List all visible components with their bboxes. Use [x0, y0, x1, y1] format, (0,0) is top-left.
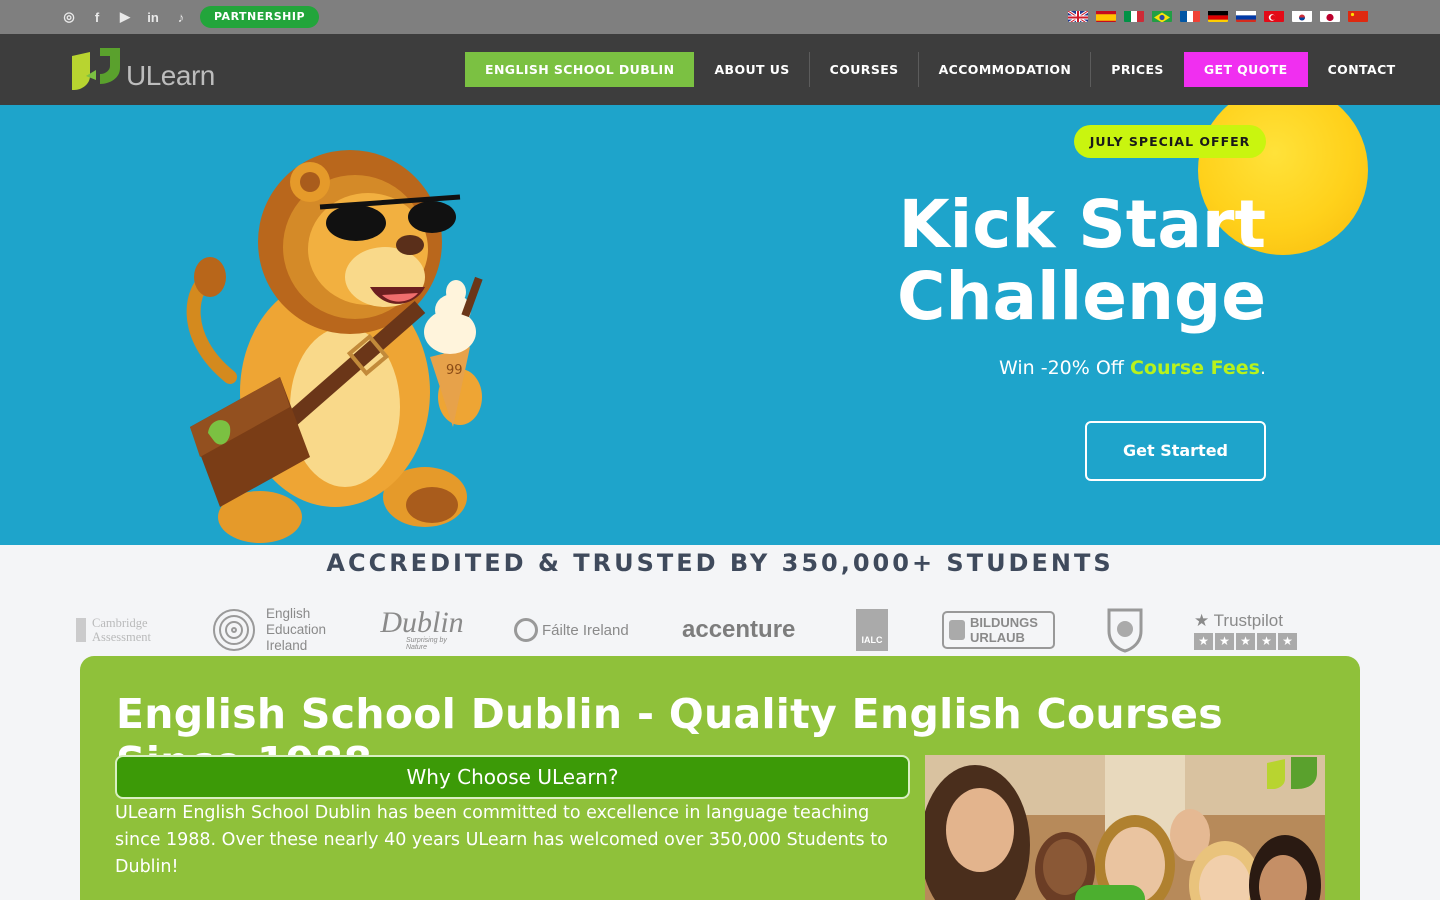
- ialc-text: IALC: [856, 609, 888, 651]
- cambridge-assessment-logo: Cambridge Assessment: [76, 603, 166, 657]
- dublin-wordmark: Dublin: [380, 606, 464, 639]
- trustpilot-star-icon: ★: [1194, 610, 1210, 630]
- photo-logo-left-icon: [1267, 759, 1285, 789]
- dublin-logo: Dublin Surprising by Nature: [376, 603, 468, 657]
- eei-line-3: Ireland: [266, 638, 308, 653]
- nav-courses[interactable]: COURSES: [810, 52, 919, 87]
- flag-turkey-icon[interactable]: [1264, 9, 1284, 22]
- flag-uk-icon[interactable]: [1068, 9, 1088, 22]
- flag-spain-icon[interactable]: [1096, 9, 1116, 22]
- accreditation-heading: ACCREDITED & TRUSTED BY 350,000+ STUDENT…: [326, 549, 1114, 577]
- cambridge-shield-icon: [76, 618, 86, 642]
- crest-shield-icon: [1107, 608, 1143, 653]
- nav-accommodation[interactable]: ACCOMMODATION: [919, 52, 1092, 87]
- hero-title: Kick Start Challenge: [897, 189, 1266, 333]
- logo-text: ULearn: [126, 60, 215, 91]
- lion-mascot-image: 99: [186, 150, 483, 543]
- about-body-text: ULearn English School Dublin has been co…: [115, 803, 888, 877]
- flag-italy-icon[interactable]: [1124, 9, 1144, 22]
- bildungsurlaub-icon: [949, 620, 965, 640]
- flag-korea-icon[interactable]: [1292, 9, 1312, 22]
- english-education-ireland-logo: English Education Ireland: [210, 603, 340, 657]
- tiktok-icon[interactable]: ♪: [172, 8, 190, 26]
- trustpilot-rating-stars: ★ ★ ★ ★ ★: [1194, 632, 1297, 650]
- accreditation-logos: Cambridge Assessment English Education I…: [76, 603, 1376, 657]
- hero-subtitle: Win -20% Off Course Fees.: [999, 357, 1266, 379]
- hero-title-line-2: Challenge: [897, 258, 1266, 335]
- accenture-text: accenture: [682, 616, 796, 643]
- dublin-tagline: Surprising by Nature: [406, 637, 447, 651]
- linkedin-icon[interactable]: in: [144, 8, 162, 26]
- failte-ireland-icon: [514, 618, 538, 642]
- fingerprint-icon: [213, 609, 255, 651]
- bildungsurlaub-line-2: URLAUB: [970, 630, 1025, 645]
- ulearn-logo-mark-icon: [72, 48, 120, 90]
- trustpilot-logo[interactable]: ★ Trustpilot ★ ★ ★ ★ ★: [1194, 603, 1300, 657]
- flag-russia-icon[interactable]: [1236, 9, 1256, 22]
- why-choose-ulearn-tab[interactable]: Why Choose ULearn?: [115, 755, 910, 799]
- flag-china-icon[interactable]: [1348, 9, 1368, 22]
- youtube-icon[interactable]: ▶: [116, 8, 134, 26]
- social-links: ◎ f ▶ in ♪: [60, 8, 190, 26]
- hero-subtitle-end: .: [1259, 357, 1266, 379]
- eei-line-2: Education: [266, 622, 327, 637]
- students-group-photo: [925, 755, 1325, 900]
- bildungsurlaub-logo: BILDUNGS URLAUB: [942, 603, 1055, 657]
- hero-subtitle-highlight: Course Fees: [1129, 357, 1260, 379]
- hero-banner: 99 JULY SPECIAL OFFER Kick Start Challen…: [0, 105, 1440, 545]
- about-section-card: English School Dublin - Quality English …: [80, 656, 1360, 900]
- nav-get-quote-button[interactable]: GET QUOTE: [1183, 52, 1308, 87]
- special-offer-badge: JULY SPECIAL OFFER: [1074, 125, 1266, 158]
- ice-cream-cone-label: 99: [446, 363, 463, 378]
- hero-subtitle-text: Win -20% Off: [999, 357, 1130, 379]
- ulearn-logo[interactable]: ULearn: [70, 46, 215, 92]
- facebook-icon[interactable]: f: [88, 8, 106, 26]
- crest-logo: [1106, 603, 1146, 657]
- failte-ireland-text: Fáilte Ireland: [542, 621, 629, 639]
- hero-title-line-1: Kick Start: [898, 186, 1266, 263]
- partnership-button[interactable]: PARTNERSHIP: [200, 6, 320, 28]
- eei-line-1: English: [266, 606, 311, 621]
- flag-brazil-icon[interactable]: [1152, 9, 1172, 22]
- flag-france-icon[interactable]: [1180, 9, 1200, 22]
- get-started-button[interactable]: Get Started: [1085, 421, 1266, 481]
- main-navigation: ULearn ENGLISH SCHOOL DUBLIN ABOUT US CO…: [0, 34, 1440, 105]
- nav-about-us[interactable]: ABOUT US: [694, 52, 810, 87]
- trustpilot-wordmark: ★ Trustpilot: [1194, 611, 1283, 631]
- top-bar: ◎ f ▶ in ♪ PARTNERSHIP: [0, 0, 1440, 34]
- instagram-icon[interactable]: ◎: [60, 8, 78, 26]
- nav-english-school-dublin[interactable]: ENGLISH SCHOOL DUBLIN: [465, 52, 695, 87]
- ialc-logo: IALC: [854, 603, 890, 657]
- accenture-logo: accenture: [682, 603, 807, 657]
- failte-ireland-logo: Fáilte Ireland: [514, 603, 639, 657]
- bildungsurlaub-line-1: BILDUNGS: [970, 615, 1038, 630]
- language-selector: [1068, 9, 1368, 22]
- flag-germany-icon[interactable]: [1208, 9, 1228, 22]
- cambridge-line-2: Assessment: [92, 630, 152, 644]
- nav-contact[interactable]: CONTACT: [1308, 52, 1416, 87]
- nav-prices[interactable]: PRICES: [1091, 52, 1184, 87]
- flag-japan-icon[interactable]: [1320, 9, 1340, 22]
- nav-menu: ENGLISH SCHOOL DUBLIN ABOUT US COURSES A…: [465, 52, 1416, 87]
- cambridge-line-1: Cambridge: [92, 616, 148, 630]
- trustpilot-text: Trustpilot: [1213, 610, 1283, 630]
